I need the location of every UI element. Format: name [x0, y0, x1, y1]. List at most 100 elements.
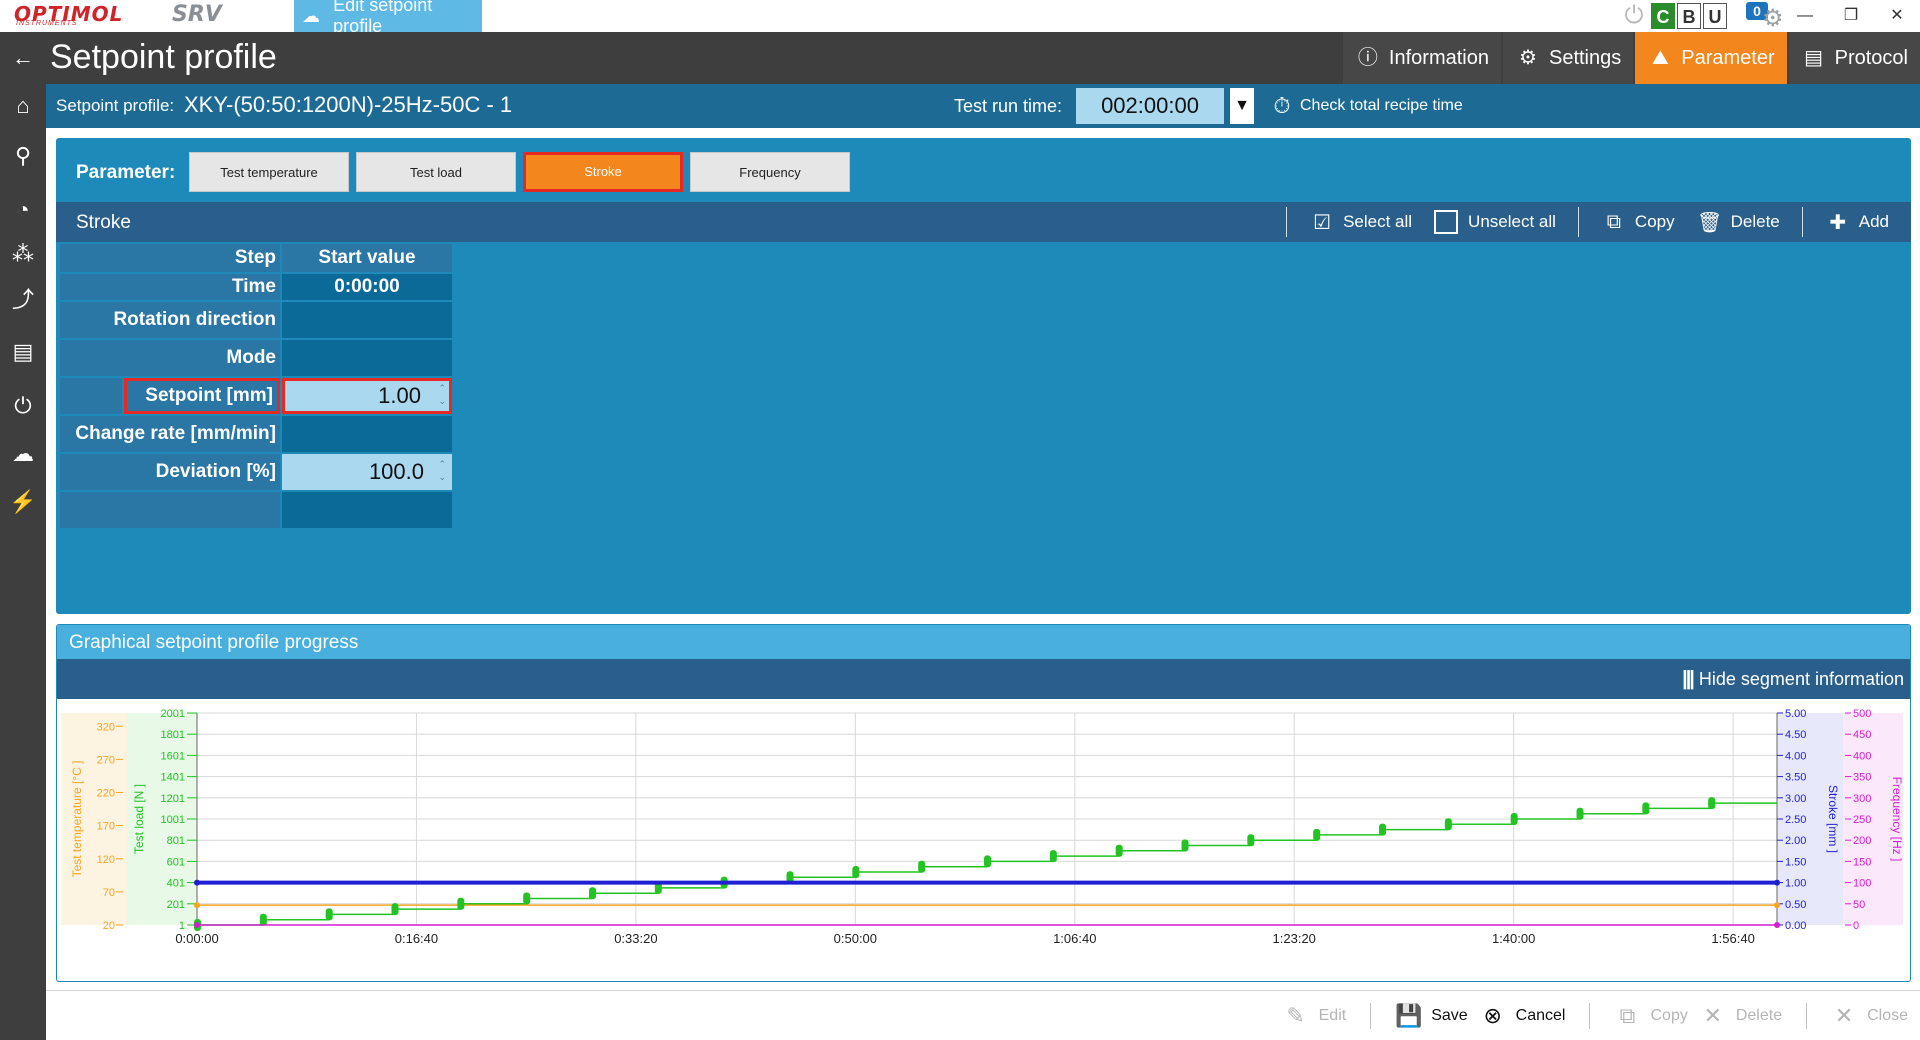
restore-button[interactable]: ❐	[1828, 0, 1874, 32]
stroke-tick-label: 3.00	[1785, 793, 1806, 805]
delete-step-button[interactable]: 🗑 Delete	[1697, 210, 1780, 235]
time-value[interactable]: 0:00:00	[282, 274, 452, 300]
save-button[interactable]: 💾 Save	[1395, 1003, 1467, 1029]
deviation-input[interactable]: 100.0	[282, 454, 452, 490]
stroke-button[interactable]: Stroke	[523, 152, 683, 192]
cancel-label: Cancel	[1515, 1007, 1566, 1024]
tab-parameter[interactable]: ⛰ Parameter	[1635, 32, 1787, 84]
stroke-tick-label: 0.50	[1785, 899, 1806, 911]
edit-button[interactable]: ✎ Edit	[1283, 1003, 1347, 1029]
cancel-button[interactable]: ⊗ Cancel	[1480, 1003, 1566, 1029]
freq-tick-label: 350	[1853, 772, 1871, 784]
close-button[interactable]: ✕ Close	[1831, 1003, 1908, 1029]
copy-profile-button[interactable]: ⧉ Copy	[1614, 1003, 1688, 1029]
temp-series-point	[194, 902, 200, 909]
runner-icon[interactable]: ⚡	[0, 482, 46, 522]
add-step-button[interactable]: ✚ Add	[1825, 210, 1889, 235]
add-step-label: Add	[1858, 212, 1889, 231]
stroke-tick-label: 3.50	[1785, 772, 1806, 784]
frequency-button[interactable]: Frequency	[690, 152, 850, 192]
mode-value[interactable]	[282, 340, 452, 376]
stroke-series-point	[1774, 879, 1780, 886]
temp-tick-label: 320	[97, 721, 115, 733]
load-series-point	[918, 860, 926, 873]
stopwatch-icon[interactable]: ⏱	[1268, 92, 1296, 120]
setpoint-spinner[interactable]: ⌃ ⌄	[438, 382, 446, 408]
toolbar-divider	[1801, 207, 1803, 237]
cbu-c-indicator[interactable]: C	[1651, 3, 1675, 29]
edit-label: Edit	[1318, 1007, 1347, 1024]
load-series-point	[1576, 807, 1584, 820]
info-icon: ⓘ	[1357, 47, 1378, 69]
minimize-button[interactable]: —	[1782, 0, 1828, 32]
gauge-icon[interactable]: ◔	[0, 190, 46, 230]
load-tick-label: 1801	[161, 729, 185, 741]
test-load-button[interactable]: Test load	[356, 152, 516, 192]
footprints-icon[interactable]: ⁂	[0, 234, 46, 274]
area-chart-icon[interactable]: ▤	[0, 332, 46, 372]
table-row	[60, 492, 452, 530]
stroke-tick-label: 1.50	[1785, 856, 1806, 868]
table-row: Setpoint [mm] 1.00 ⌃ ⌄	[60, 378, 452, 416]
tab-settings[interactable]: ⚙ Settings	[1502, 32, 1634, 84]
load-series-point	[1115, 844, 1123, 857]
load-tick-label: 401	[167, 878, 185, 890]
load-tick-label: 1201	[161, 793, 185, 805]
chef-hat-icon: ☁	[302, 6, 320, 26]
table-row: Change rate [mm/min]	[60, 416, 452, 454]
stroke-tick-label: 2.50	[1785, 814, 1806, 826]
settings-icon: ⚙	[1519, 47, 1537, 69]
tab-protocol[interactable]: ▤ Protocol	[1788, 32, 1920, 84]
table-row: Time 0:00:00	[60, 274, 452, 302]
table-row: Rotation direction	[60, 302, 452, 340]
delete-step-label: Delete	[1730, 212, 1780, 231]
load-series-point	[984, 855, 991, 868]
tab-information[interactable]: ⓘ Information	[1342, 32, 1501, 84]
freq-tick-label: 300	[1853, 793, 1871, 805]
stroke-section-title: Stroke	[76, 212, 131, 233]
bottom-divider	[1370, 1003, 1372, 1029]
search-icon[interactable]: ⚲	[0, 136, 46, 176]
copy-step-button[interactable]: ⧉ Copy	[1601, 211, 1675, 234]
start-value-header[interactable]: Start value	[282, 244, 452, 272]
temp-tick-label: 70	[103, 887, 115, 899]
close-window-button[interactable]: ✕	[1874, 0, 1920, 32]
edit-setpoint-profile-tab[interactable]: ☁ Edit setpoint profile	[294, 0, 482, 36]
cbu-u-indicator[interactable]: U	[1703, 3, 1727, 29]
temp-tick-label: 20	[103, 920, 115, 932]
copy-step-label: Copy	[1634, 212, 1675, 231]
stroke-tick-label: 0.00	[1785, 920, 1806, 932]
stroke-axis-label: Stroke [mm ]	[1826, 785, 1840, 853]
load-tick-label: 1401	[161, 772, 185, 784]
load-series-point	[852, 866, 860, 878]
load-series-point	[1642, 802, 1650, 815]
x-tick-label: 0:50:00	[834, 931, 877, 946]
notifications-button[interactable]: 0 ⚙	[1742, 0, 1784, 32]
test-temperature-button[interactable]: Test temperature	[189, 152, 349, 192]
checkbox-checked-icon: ☑	[1313, 211, 1332, 234]
unselect-all-button[interactable]: Unselect all	[1434, 210, 1556, 234]
select-all-button[interactable]: ☑ Select all	[1309, 210, 1412, 235]
chef-hat-nav-icon[interactable]: ☁	[0, 434, 46, 474]
check-total-recipe-time-link[interactable]: Check total recipe time	[1300, 97, 1463, 115]
rotation-direction-value[interactable]	[282, 302, 452, 338]
deviation-spinner[interactable]: ⌃ ⌄	[438, 458, 446, 484]
close-icon: ✕	[1834, 1003, 1854, 1028]
power-icon[interactable]: ⏻	[1618, 0, 1650, 32]
delete-profile-button[interactable]: ✕ Delete	[1700, 1003, 1782, 1029]
load-series-point	[1708, 797, 1716, 810]
back-arrow-icon[interactable]: ←	[0, 38, 46, 78]
left-navigation: ← ⌂ ⚲ ◔ ⁂ ⤴ ▤ ⏻ ☁ ⚡	[0, 32, 46, 1040]
setpoint-input[interactable]: 1.00	[282, 378, 452, 414]
document-icon: ▤	[1804, 47, 1824, 69]
freq-tick-label: 250	[1853, 814, 1871, 826]
power-nav-icon[interactable]: ⏻	[0, 386, 46, 426]
cbu-b-indicator[interactable]: B	[1677, 3, 1701, 29]
change-rate-value[interactable]	[282, 416, 452, 452]
test-run-time-input[interactable]: 002:00:00	[1076, 88, 1224, 124]
freq-tick-label: 150	[1853, 856, 1871, 868]
line-chart-icon[interactable]: ⤴	[0, 280, 46, 320]
chevron-down-icon[interactable]: ▼	[1230, 88, 1254, 124]
hide-segment-button[interactable]: ||| Hide segment information	[1682, 668, 1904, 691]
home-icon[interactable]: ⌂	[0, 86, 46, 126]
